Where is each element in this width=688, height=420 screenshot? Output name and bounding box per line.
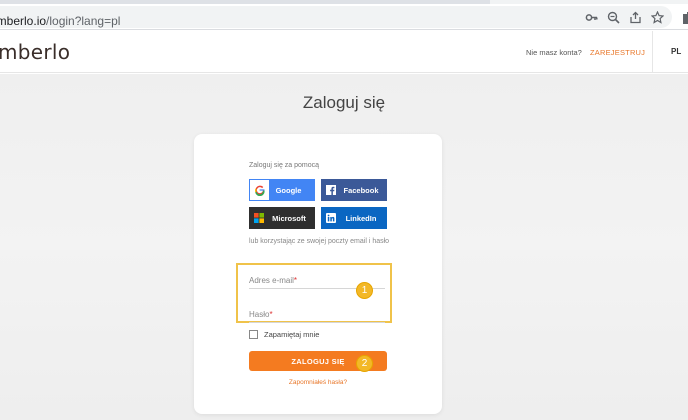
microsoft-icon bbox=[249, 207, 269, 229]
required-mark: * bbox=[293, 276, 298, 285]
password-placeholder: Hasło* bbox=[249, 310, 273, 319]
facebook-label: Facebook bbox=[343, 185, 379, 195]
url-text[interactable]: amberlo.io/login?lang=pl bbox=[0, 14, 120, 28]
main-area: Zaloguj się Zaloguj się za pomocą Google… bbox=[0, 74, 688, 420]
site-header: mberlo Nie masz konta? ZAREJESTRUJ PL bbox=[0, 31, 688, 73]
key-icon[interactable] bbox=[584, 10, 598, 24]
no-account-text: Nie masz konta? bbox=[526, 48, 582, 57]
zoom-icon[interactable] bbox=[606, 10, 620, 24]
email-placeholder-text: Adres e-mail bbox=[249, 276, 294, 285]
star-icon[interactable] bbox=[650, 10, 664, 24]
email-login-label: lub korzystając ze swojej poczty email i… bbox=[249, 238, 390, 245]
remember-label: Zapamiętaj mnie bbox=[264, 330, 320, 339]
google-login-button[interactable]: Google bbox=[249, 179, 315, 201]
url-path: /login?lang=pl bbox=[46, 14, 121, 28]
step-badge-1: 1 bbox=[356, 282, 373, 299]
register-link[interactable]: ZAREJESTRUJ bbox=[590, 48, 645, 57]
login-with-label: Zaloguj się za pomocą bbox=[249, 162, 320, 169]
email-placeholder: Adres e-mail* bbox=[249, 276, 297, 285]
omnibox[interactable]: amberlo.io/login?lang=pl bbox=[0, 6, 672, 28]
remember-me[interactable]: Zapamiętaj mnie bbox=[249, 330, 319, 339]
google-icon bbox=[250, 180, 269, 200]
linkedin-label: LinkedIn bbox=[345, 213, 377, 223]
linkedin-icon bbox=[321, 207, 341, 229]
header-divider bbox=[652, 31, 653, 73]
login-card: Zaloguj się za pomocą Google Facebook Mi… bbox=[194, 134, 442, 414]
remember-checkbox[interactable] bbox=[249, 330, 258, 339]
browser-address-bar: amberlo.io/login?lang=pl bbox=[0, 4, 688, 30]
url-host: amberlo.io bbox=[0, 14, 47, 28]
logo[interactable]: mberlo bbox=[0, 40, 70, 64]
forgot-password-link[interactable]: Zapomniałeś hasła? bbox=[194, 379, 442, 386]
step-badge-2: 2 bbox=[356, 355, 373, 372]
password-placeholder-text: Hasło bbox=[249, 310, 270, 319]
required-mark: * bbox=[269, 310, 273, 319]
language-selector[interactable]: PL bbox=[671, 47, 681, 56]
extension-icon[interactable] bbox=[680, 10, 688, 24]
microsoft-login-button[interactable]: Microsoft bbox=[249, 207, 315, 229]
facebook-login-button[interactable]: Facebook bbox=[321, 179, 387, 201]
page-title: Zaloguj się bbox=[302, 93, 386, 112]
facebook-icon bbox=[321, 179, 341, 201]
share-icon[interactable] bbox=[628, 10, 642, 24]
google-label: Google bbox=[275, 185, 302, 195]
password-field[interactable]: Hasło* bbox=[249, 303, 385, 323]
microsoft-label: Microsoft bbox=[272, 213, 306, 223]
linkedin-login-button[interactable]: LinkedIn bbox=[321, 207, 387, 229]
